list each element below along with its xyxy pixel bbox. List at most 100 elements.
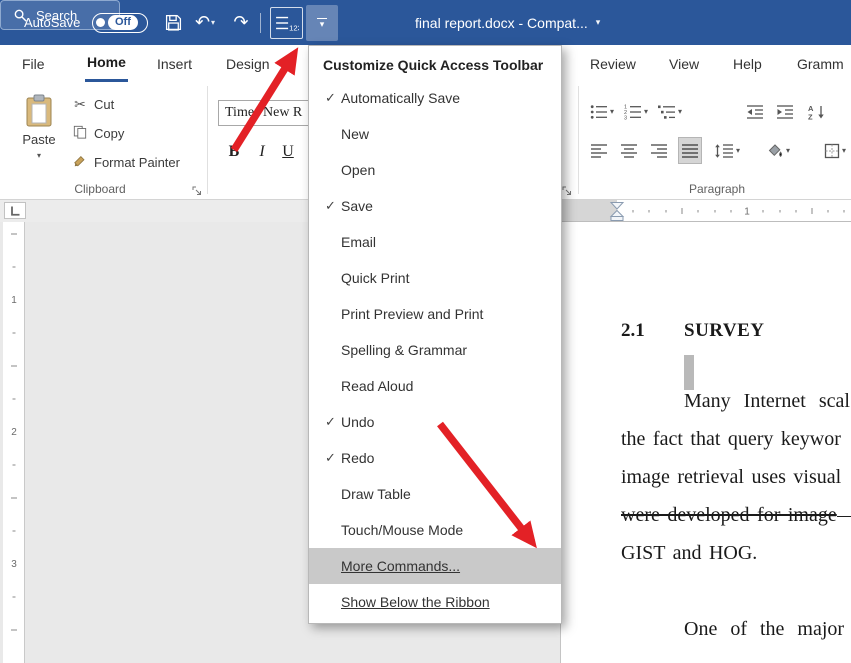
tab-view[interactable]: View	[667, 45, 701, 82]
align-left-button[interactable]	[588, 137, 610, 164]
checkmark-icon: ✓	[309, 450, 339, 466]
vertical-ruler[interactable]: 1 2 3	[0, 222, 28, 663]
horizontal-ruler[interactable]: 1	[562, 200, 851, 222]
checkmark-icon: ✓	[309, 198, 339, 214]
chevron-down-icon: ▾	[736, 146, 740, 155]
chevron-down-icon: ▾	[678, 107, 682, 116]
document-title[interactable]: final report.docx - Compat... ▾	[415, 0, 600, 45]
group-separator	[578, 86, 579, 194]
menu-title: Customize Quick Access Toolbar	[309, 46, 561, 80]
save-button[interactable]	[160, 0, 186, 45]
sort-button[interactable]: AZ	[806, 98, 828, 125]
title-bar: AutoSave Off ↶▾ ↷ 123 ▾ final report.doc…	[0, 0, 851, 45]
undo-button[interactable]: ↶▾	[190, 0, 220, 45]
menu-item-quick-print[interactable]: Quick Print	[309, 260, 561, 296]
menu-item-read-aloud[interactable]: Read Aloud	[309, 368, 561, 404]
menu-item-more-commands[interactable]: More Commands...	[309, 548, 561, 584]
document-line-strikethrough: were developed for image	[621, 504, 837, 527]
increase-indent-button[interactable]	[774, 98, 796, 125]
autosave-state-badge: Off	[108, 15, 138, 30]
scissors-icon: ✂	[72, 96, 88, 113]
tab-file[interactable]: File	[20, 45, 47, 82]
dialog-launcher-icon	[562, 186, 572, 196]
dialog-launcher-icon	[192, 186, 202, 196]
customize-qat-dropdown-button[interactable]: ▾	[306, 5, 338, 41]
svg-text:Z: Z	[808, 112, 813, 120]
clipboard-dialog-launcher[interactable]	[192, 183, 204, 195]
document-line: Many Internet scal	[684, 390, 850, 413]
menu-item-email[interactable]: Email	[309, 224, 561, 260]
tab-stop-L-icon	[8, 205, 22, 217]
bullets-button[interactable]: ▾	[588, 98, 616, 125]
chevron-down-icon: ▾	[610, 107, 614, 116]
document-line: One of the major	[684, 618, 844, 641]
menu-item-redo[interactable]: ✓Redo	[309, 440, 561, 476]
multilevel-list-icon	[658, 104, 676, 120]
checkmark-icon: ✓	[309, 414, 339, 430]
chevron-down-icon: ▾	[211, 18, 215, 27]
align-right-icon	[650, 143, 668, 159]
multilevel-list-button[interactable]: ▾	[656, 98, 684, 125]
chevron-down-icon: ▾	[596, 17, 601, 28]
toggle-knob-icon	[96, 18, 105, 27]
copy-button[interactable]: Copy	[72, 121, 124, 145]
ruler-number: 1	[11, 295, 17, 306]
tab-insert[interactable]: Insert	[155, 45, 194, 82]
line-spacing-button[interactable]: ▾	[712, 137, 742, 164]
menu-item-undo[interactable]: ✓Undo	[309, 404, 561, 440]
tab-stop-selector[interactable]	[4, 202, 26, 219]
cut-button[interactable]: ✂ Cut	[72, 92, 114, 116]
redo-button[interactable]: ↷	[228, 0, 254, 45]
justify-button[interactable]	[678, 137, 702, 164]
menu-item-automatically-save[interactable]: ✓Automatically Save	[309, 80, 561, 116]
menu-item-spelling-grammar[interactable]: Spelling & Grammar	[309, 332, 561, 368]
menu-item-show-below-ribbon[interactable]: Show Below the Ribbon	[309, 584, 561, 620]
chevron-down-icon: ▾	[320, 20, 325, 28]
bullet-list-icon	[590, 104, 608, 120]
menu-item-new[interactable]: New	[309, 116, 561, 152]
undo-icon: ↶	[195, 12, 210, 33]
italic-button[interactable]: I	[250, 139, 274, 164]
group-separator	[207, 86, 208, 194]
format-painter-button[interactable]: Format Painter	[72, 150, 180, 174]
menu-item-print-preview[interactable]: Print Preview and Print	[309, 296, 561, 332]
selection-block	[684, 355, 694, 390]
document-page[interactable]: 2.1 SURVEY Many Internet scal the fact t…	[560, 222, 851, 663]
paragraph-group-label: Paragraph	[585, 182, 849, 196]
chevron-down-icon: ▾	[37, 151, 41, 160]
autosave-toggle[interactable]: Off	[92, 0, 148, 45]
floppy-icon	[165, 14, 182, 31]
tab-help[interactable]: Help	[731, 45, 764, 82]
menu-item-save[interactable]: ✓Save	[309, 188, 561, 224]
redo-icon: ↷	[233, 12, 248, 33]
shading-button[interactable]: ▾	[764, 137, 792, 164]
menu-item-open[interactable]: Open	[309, 152, 561, 188]
document-line: the fact that query keywor	[621, 428, 841, 451]
decrease-indent-button[interactable]	[744, 98, 766, 125]
decrease-indent-icon	[746, 104, 764, 120]
menu-item-draw-table[interactable]: Draw Table	[309, 476, 561, 512]
align-center-icon	[620, 143, 638, 159]
checkmark-icon: ✓	[309, 90, 339, 106]
borders-button[interactable]: ▾	[822, 137, 848, 164]
paste-button[interactable]: Paste ▾	[14, 88, 64, 180]
numbering-button[interactable]: 123 ▾	[622, 98, 650, 125]
numbered-list-qat-button[interactable]: 123	[270, 7, 303, 39]
tab-grammarly[interactable]: Gramm	[795, 45, 846, 82]
line-spacing-icon	[714, 143, 734, 159]
tab-design[interactable]: Design	[224, 45, 272, 82]
document-line: image retrieval uses visual	[621, 466, 841, 489]
ruler-number: 2	[11, 427, 17, 438]
justify-icon	[681, 143, 699, 159]
menu-item-touch-mouse-mode[interactable]: Touch/Mouse Mode	[309, 512, 561, 548]
tab-review[interactable]: Review	[588, 45, 638, 82]
chevron-down-icon: ▾	[644, 107, 648, 116]
tab-home[interactable]: Home	[85, 45, 128, 82]
bold-button[interactable]: B	[222, 139, 246, 164]
chevron-down-icon: ▾	[842, 146, 846, 155]
underline-button[interactable]: U	[276, 139, 300, 164]
align-right-button[interactable]	[648, 137, 670, 164]
align-center-button[interactable]	[618, 137, 640, 164]
font-dialog-launcher[interactable]	[562, 183, 574, 195]
numbered-list-icon: 123	[624, 104, 642, 120]
